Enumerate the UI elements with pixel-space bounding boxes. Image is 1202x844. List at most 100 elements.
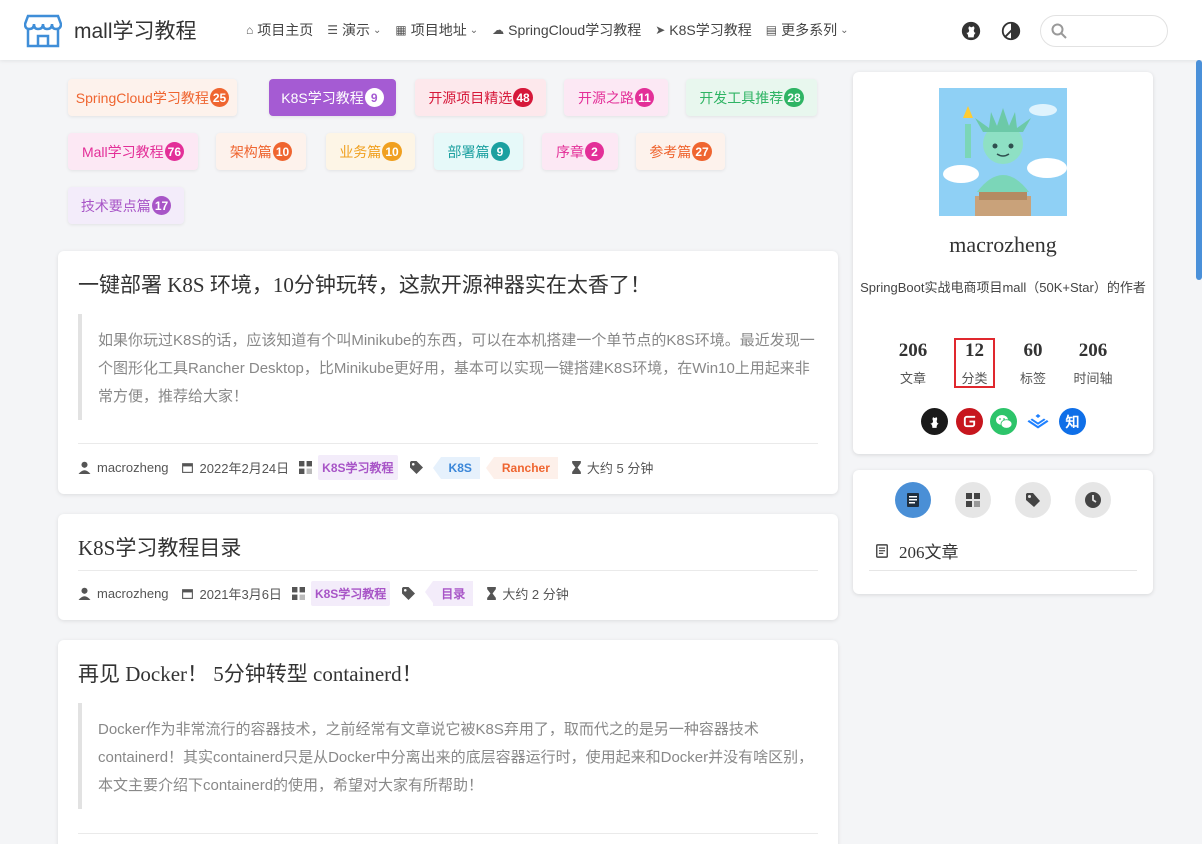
- category-tag-k8s[interactable]: K8S学习教程 9: [269, 79, 396, 116]
- gitee-icon[interactable]: [955, 408, 983, 435]
- stat-tags[interactable]: 60 标签: [1003, 340, 1063, 387]
- tab-articles[interactable]: [895, 482, 931, 518]
- post-excerpt: 如果你玩过K8S的话，应该知道有个叫Minikube的东西，可以在本机搭建一个单…: [78, 314, 818, 420]
- calendar-icon: [181, 463, 193, 473]
- book-icon: ▤: [765, 23, 778, 37]
- divider: [78, 570, 818, 571]
- tag-count: 28: [784, 88, 804, 107]
- calendar-icon: [181, 589, 193, 599]
- post-tag[interactable]: K8S: [432, 456, 480, 479]
- search-input[interactable]: [1073, 23, 1163, 39]
- category-tag-springcloud[interactable]: SpringCloud学习教程 25: [68, 79, 237, 116]
- post-meta: macrozheng 2021年3月6日 K8S学习教程 目录 大约 2 分钟: [78, 581, 569, 606]
- tag-icon: [409, 461, 423, 474]
- post-tag[interactable]: 目录: [425, 581, 474, 606]
- stat-label: 标签: [1019, 371, 1046, 386]
- theme-toggle-icon[interactable]: [1000, 20, 1022, 42]
- post-title[interactable]: K8S学习教程目录: [78, 532, 241, 562]
- category-icon: [299, 461, 313, 474]
- post-read-time: 大约 5 分钟: [586, 461, 654, 476]
- menu-item-k8s[interactable]: ➤ K8S学习教程: [655, 20, 752, 40]
- post-author[interactable]: macrozheng: [97, 586, 169, 601]
- category-tag-deploy[interactable]: 部署篇 9: [434, 133, 523, 170]
- article-icon: [876, 543, 888, 558]
- menu-item-home[interactable]: ⌂ 项目主页: [246, 20, 313, 40]
- post-card: K8S学习教程目录 macrozheng 2021年3月6日 K8S学习教程 目…: [58, 514, 838, 620]
- tab-categories[interactable]: [955, 482, 991, 518]
- zhihu-icon[interactable]: 知: [1059, 408, 1086, 435]
- layers-icon: ☰: [327, 23, 339, 37]
- tag-label: 架构篇: [229, 143, 272, 160]
- user-icon: [78, 461, 91, 474]
- github-icon[interactable]: [921, 408, 948, 435]
- wechat-icon[interactable]: [990, 408, 1017, 435]
- nav-tools: [960, 15, 1168, 47]
- category-tag-architecture[interactable]: 架构篇 10: [216, 133, 306, 170]
- tag-label: SpringCloud学习教程: [75, 89, 209, 106]
- category-tag-mall[interactable]: Mall学习教程 76: [68, 133, 198, 170]
- page-scrollbar[interactable]: [1196, 60, 1202, 280]
- divider: [78, 833, 818, 834]
- stat-articles[interactable]: 206 文章: [883, 340, 943, 387]
- grid-icon: ▦: [395, 23, 407, 37]
- category-tag-reference[interactable]: 参考篇 27: [636, 133, 725, 170]
- stat-label: 分类: [961, 371, 988, 386]
- site-logo[interactable]: mall学习教程: [24, 12, 197, 48]
- stat-number: 206: [898, 340, 928, 361]
- post-meta: macrozheng 2022年2月24日 K8S学习教程 K8S Ranche…: [78, 455, 653, 480]
- tab-timeline[interactable]: [1075, 482, 1111, 518]
- juejin-icon[interactable]: [1024, 408, 1052, 435]
- tag-count: 11: [635, 88, 654, 107]
- category-tag-business[interactable]: 业务篇 10: [326, 133, 415, 170]
- hourglass-icon: [572, 461, 581, 474]
- category-tag-devtools[interactable]: 开发工具推荐 28: [686, 79, 817, 116]
- tag-count: 9: [490, 142, 510, 161]
- post-tag[interactable]: Rancher: [485, 456, 558, 479]
- category-tag-opensource[interactable]: 开源项目精选 48: [415, 79, 546, 116]
- hourglass-icon: [487, 587, 497, 600]
- profile-name: macrozheng: [949, 232, 1057, 257]
- tag-icon: [1026, 493, 1040, 507]
- post-category[interactable]: K8S学习教程: [310, 581, 391, 606]
- category-icon: [291, 587, 305, 600]
- tag-label: 技术要点篇: [80, 197, 151, 214]
- menu-item-more[interactable]: ▤ 更多系列 ⌄: [766, 20, 849, 40]
- chevron-down-icon: ⌄: [373, 24, 382, 36]
- category-tag-opensource-road[interactable]: 开源之路 11: [564, 79, 668, 116]
- menu-label: SpringCloud学习教程: [508, 22, 642, 38]
- menu-item-demo[interactable]: ☰ 演示 ⌄: [327, 20, 381, 40]
- search-box[interactable]: [1040, 15, 1168, 47]
- tag-label: Mall学习教程: [81, 143, 164, 160]
- cloud-icon: ☁: [492, 23, 505, 37]
- post-author[interactable]: macrozheng: [97, 460, 169, 475]
- tag-label: 序章: [556, 143, 584, 160]
- tag-label: 参考篇: [649, 143, 692, 160]
- stat-label: 文章: [899, 371, 926, 386]
- profile-stats: 206 文章 12 分类 60 标签 206 时间轴: [883, 338, 1133, 390]
- social-links: 知: [921, 408, 1094, 435]
- menu-item-repo[interactable]: ▦ 项目地址 ⌄: [395, 20, 478, 40]
- category-tag-preface[interactable]: 序章 2: [542, 133, 618, 170]
- stat-categories[interactable]: 12 分类: [954, 338, 995, 388]
- tag-count: 9: [364, 88, 384, 107]
- profile-description: SpringBoot实战电商项目mall（50K+Star）的作者: [860, 280, 1146, 295]
- post-title[interactable]: 再见 Docker！ 5分钟转型 containerd！: [78, 658, 423, 688]
- category-tag-tech-points[interactable]: 技术要点篇 17: [68, 187, 184, 224]
- blog-nav-card: 206文章: [853, 470, 1153, 594]
- article-count: 206文章: [875, 538, 959, 563]
- tab-tags[interactable]: [1015, 482, 1051, 518]
- post-title[interactable]: 一键部署 K8S 环境，10分钟玩转，这款开源神器实在太香了！: [78, 269, 651, 299]
- tag-count: 48: [513, 88, 533, 107]
- menu-item-springcloud[interactable]: ☁ SpringCloud学习教程: [492, 20, 641, 40]
- stat-timeline[interactable]: 206 时间轴: [1063, 340, 1123, 387]
- home-icon: ⌂: [246, 23, 254, 37]
- post-excerpt: Docker作为非常流行的容器技术，之前经常有文章说它被K8S弃用了，取而代之的…: [78, 703, 818, 809]
- stat-number: 12: [965, 340, 984, 361]
- menu-label: 项目主页: [257, 22, 314, 38]
- github-icon[interactable]: [960, 20, 982, 42]
- blog-nav-tabs: [895, 482, 1135, 518]
- article-icon: [907, 493, 919, 507]
- post-category[interactable]: K8S学习教程: [318, 455, 398, 480]
- tag-label: 部署篇: [447, 143, 490, 160]
- menu-label: 项目地址: [410, 22, 467, 38]
